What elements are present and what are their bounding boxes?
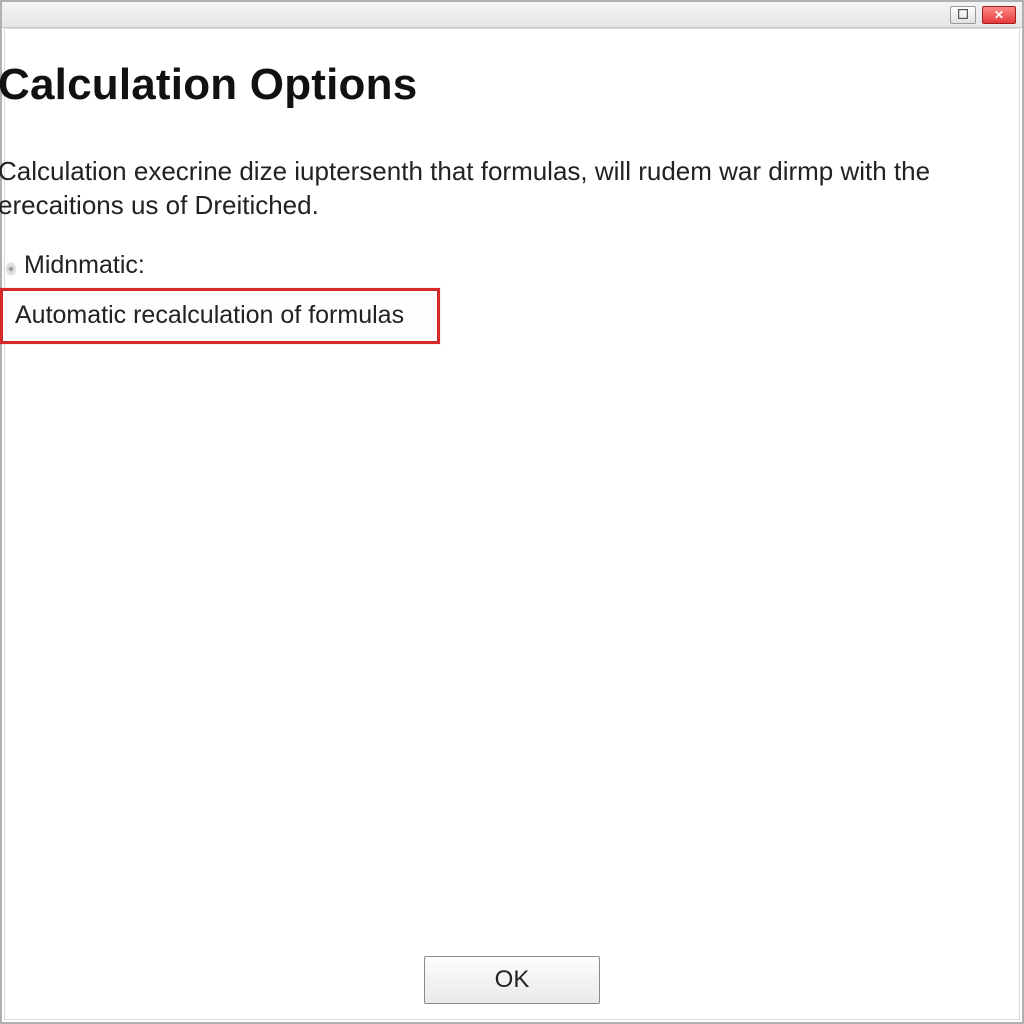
close-icon: ✕: [994, 9, 1004, 21]
close-button[interactable]: ✕: [982, 6, 1016, 24]
ok-button[interactable]: OK: [424, 956, 600, 1004]
maximize-icon: [958, 9, 968, 21]
titlebar: ✕: [2, 2, 1022, 28]
section-label: Midnmatic:: [2, 251, 1022, 288]
calculation-mode-dropdown[interactable]: Automatic recalculation of formulas: [0, 288, 440, 344]
dialog-footer: OK: [2, 956, 1022, 1004]
dialog-window: ✕ Calculation Options Calculation execri…: [0, 0, 1024, 1024]
dialog-content: Calculation Options Calculation execrine…: [2, 28, 1022, 1022]
description-text: Calculation execrine dize iuptersenth th…: [0, 154, 978, 251]
gear-icon: [2, 256, 20, 274]
calculation-mode-selected: Automatic recalculation of formulas: [15, 301, 404, 330]
page-title: Calculation Options: [0, 60, 1022, 154]
maximize-button[interactable]: [950, 6, 976, 24]
ok-button-label: OK: [495, 966, 530, 994]
section-label-text: Midnmatic:: [24, 251, 145, 280]
